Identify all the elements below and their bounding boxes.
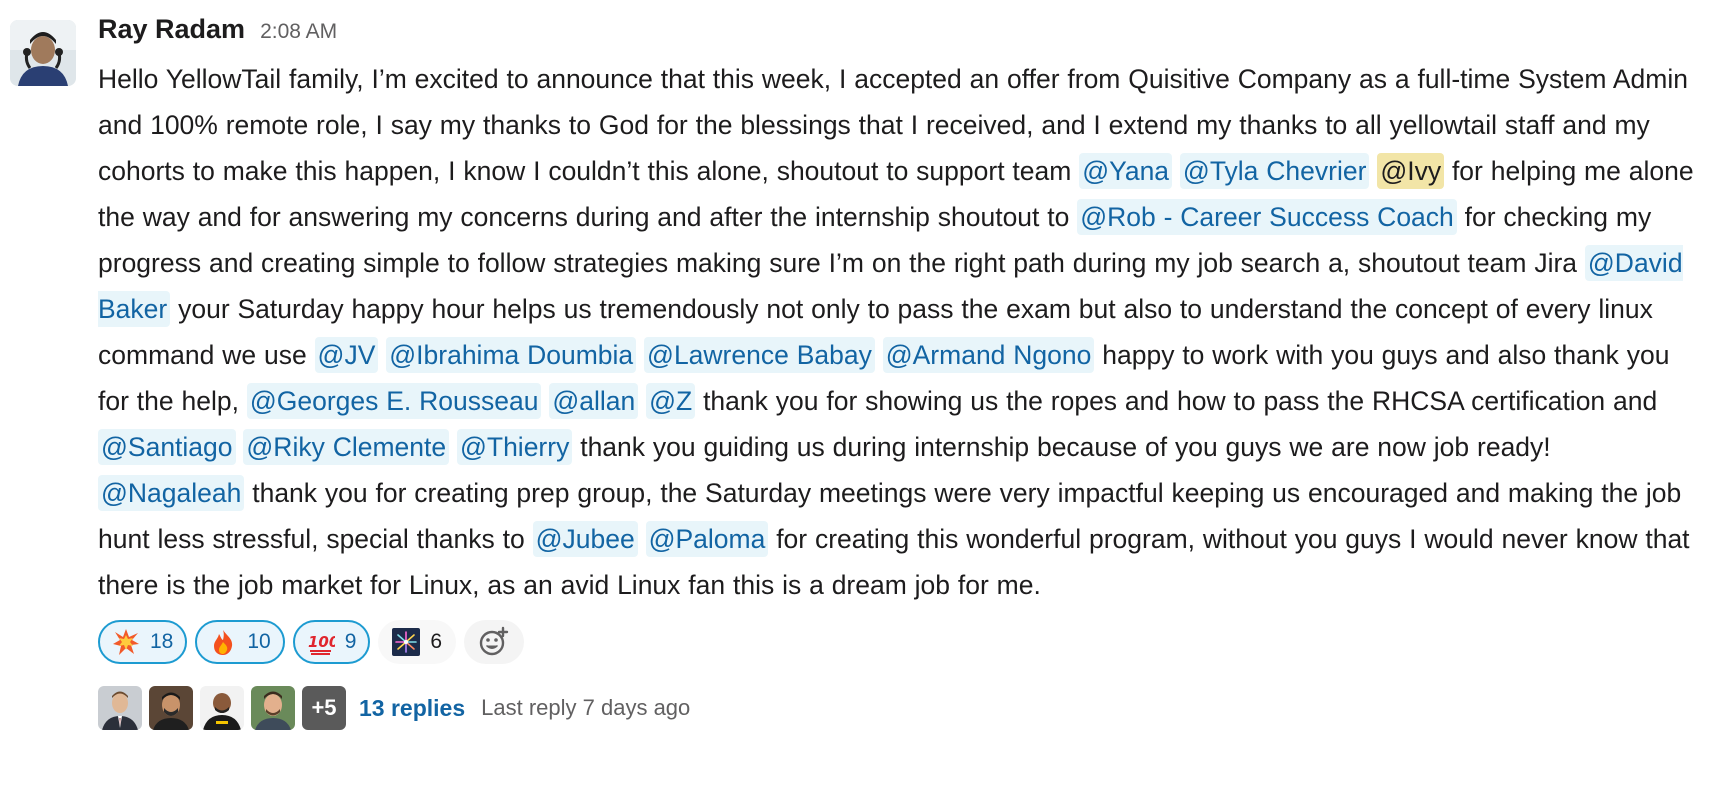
reaction-fireworks[interactable]: 6 [378, 620, 457, 664]
replier-avatar[interactable] [149, 686, 193, 730]
user-mention[interactable]: @Jubee [532, 521, 638, 557]
message-text [875, 340, 883, 370]
svg-text:100: 100 [308, 633, 335, 651]
reactions-bar: 18 10 100 9 6 [98, 620, 1702, 668]
message-text [638, 386, 646, 416]
user-mention[interactable]: @Paloma [645, 521, 769, 557]
user-mention[interactable]: @Riky Clemente [243, 429, 450, 465]
message-text [1172, 156, 1180, 186]
reaction-count: 6 [430, 630, 443, 653]
reaction-count: 9 [344, 630, 357, 653]
user-mention[interactable]: @Tyla Chevrier [1179, 153, 1370, 189]
author-avatar[interactable] [10, 20, 76, 86]
hundred-points-icon: 100 [307, 628, 335, 656]
fire-icon [209, 628, 237, 656]
replies-link[interactable]: 13 replies [359, 695, 465, 722]
user-mention[interactable]: @Georges E. Rousseau [246, 383, 542, 419]
user-mention[interactable]: @Ivy [1377, 153, 1445, 189]
user-mention[interactable]: @Nagaleah [98, 475, 245, 511]
fireworks-icon [392, 628, 421, 656]
reaction-collision[interactable]: 18 [98, 620, 188, 664]
message-text: thank you for showing us the ropes and h… [695, 386, 1658, 416]
thread-summary[interactable]: +5 13 replies Last reply 7 days ago [98, 684, 1702, 732]
user-mention[interactable]: @Yana [1079, 153, 1173, 189]
message-text [638, 524, 646, 554]
author-name[interactable]: Ray Radam [98, 14, 245, 45]
message-timestamp[interactable]: 2:08 AM [260, 20, 337, 44]
user-mention[interactable]: @JV [314, 337, 379, 373]
add-reaction-button[interactable] [464, 620, 525, 664]
replier-avatar[interactable] [251, 686, 295, 730]
reaction-count: 18 [150, 630, 174, 653]
reaction-count: 10 [247, 630, 271, 653]
message: Ray Radam 2:08 AM Hello YellowTail famil… [0, 0, 1710, 796]
message-text [636, 340, 644, 370]
user-mention[interactable]: @Rob - Career Success Coach [1077, 199, 1457, 235]
more-repliers-count: +5 [302, 686, 346, 730]
reaction-fire[interactable]: 10 [195, 620, 285, 664]
message-text [449, 432, 457, 462]
user-mention[interactable]: @Lawrence Babay [644, 337, 875, 373]
add-emoji-icon [479, 626, 509, 656]
user-mention[interactable]: @Armand Ngono [882, 337, 1095, 373]
user-mention[interactable]: @Thierry [456, 429, 573, 465]
replier-avatar[interactable] [98, 686, 142, 730]
user-mention[interactable]: @Z [646, 383, 696, 419]
message-text: thank you guiding us during internship b… [572, 432, 1551, 462]
replier-avatars [98, 686, 302, 730]
user-mention[interactable]: @allan [549, 383, 639, 419]
message-content: Ray Radam 2:08 AM Hello YellowTail famil… [98, 14, 1702, 732]
collision-icon [112, 628, 140, 656]
message-body: Hello YellowTail family, I’m excited to … [98, 56, 1702, 608]
reaction-hundred-points[interactable]: 100 9 [292, 620, 371, 664]
last-reply-text: Last reply 7 days ago [481, 695, 691, 720]
user-mention[interactable]: @Ibrahima Doumbia [386, 337, 637, 373]
user-mention[interactable]: @Santiago [98, 429, 236, 465]
replier-avatar[interactable] [200, 686, 244, 730]
message-header: Ray Radam 2:08 AM [98, 14, 1702, 54]
